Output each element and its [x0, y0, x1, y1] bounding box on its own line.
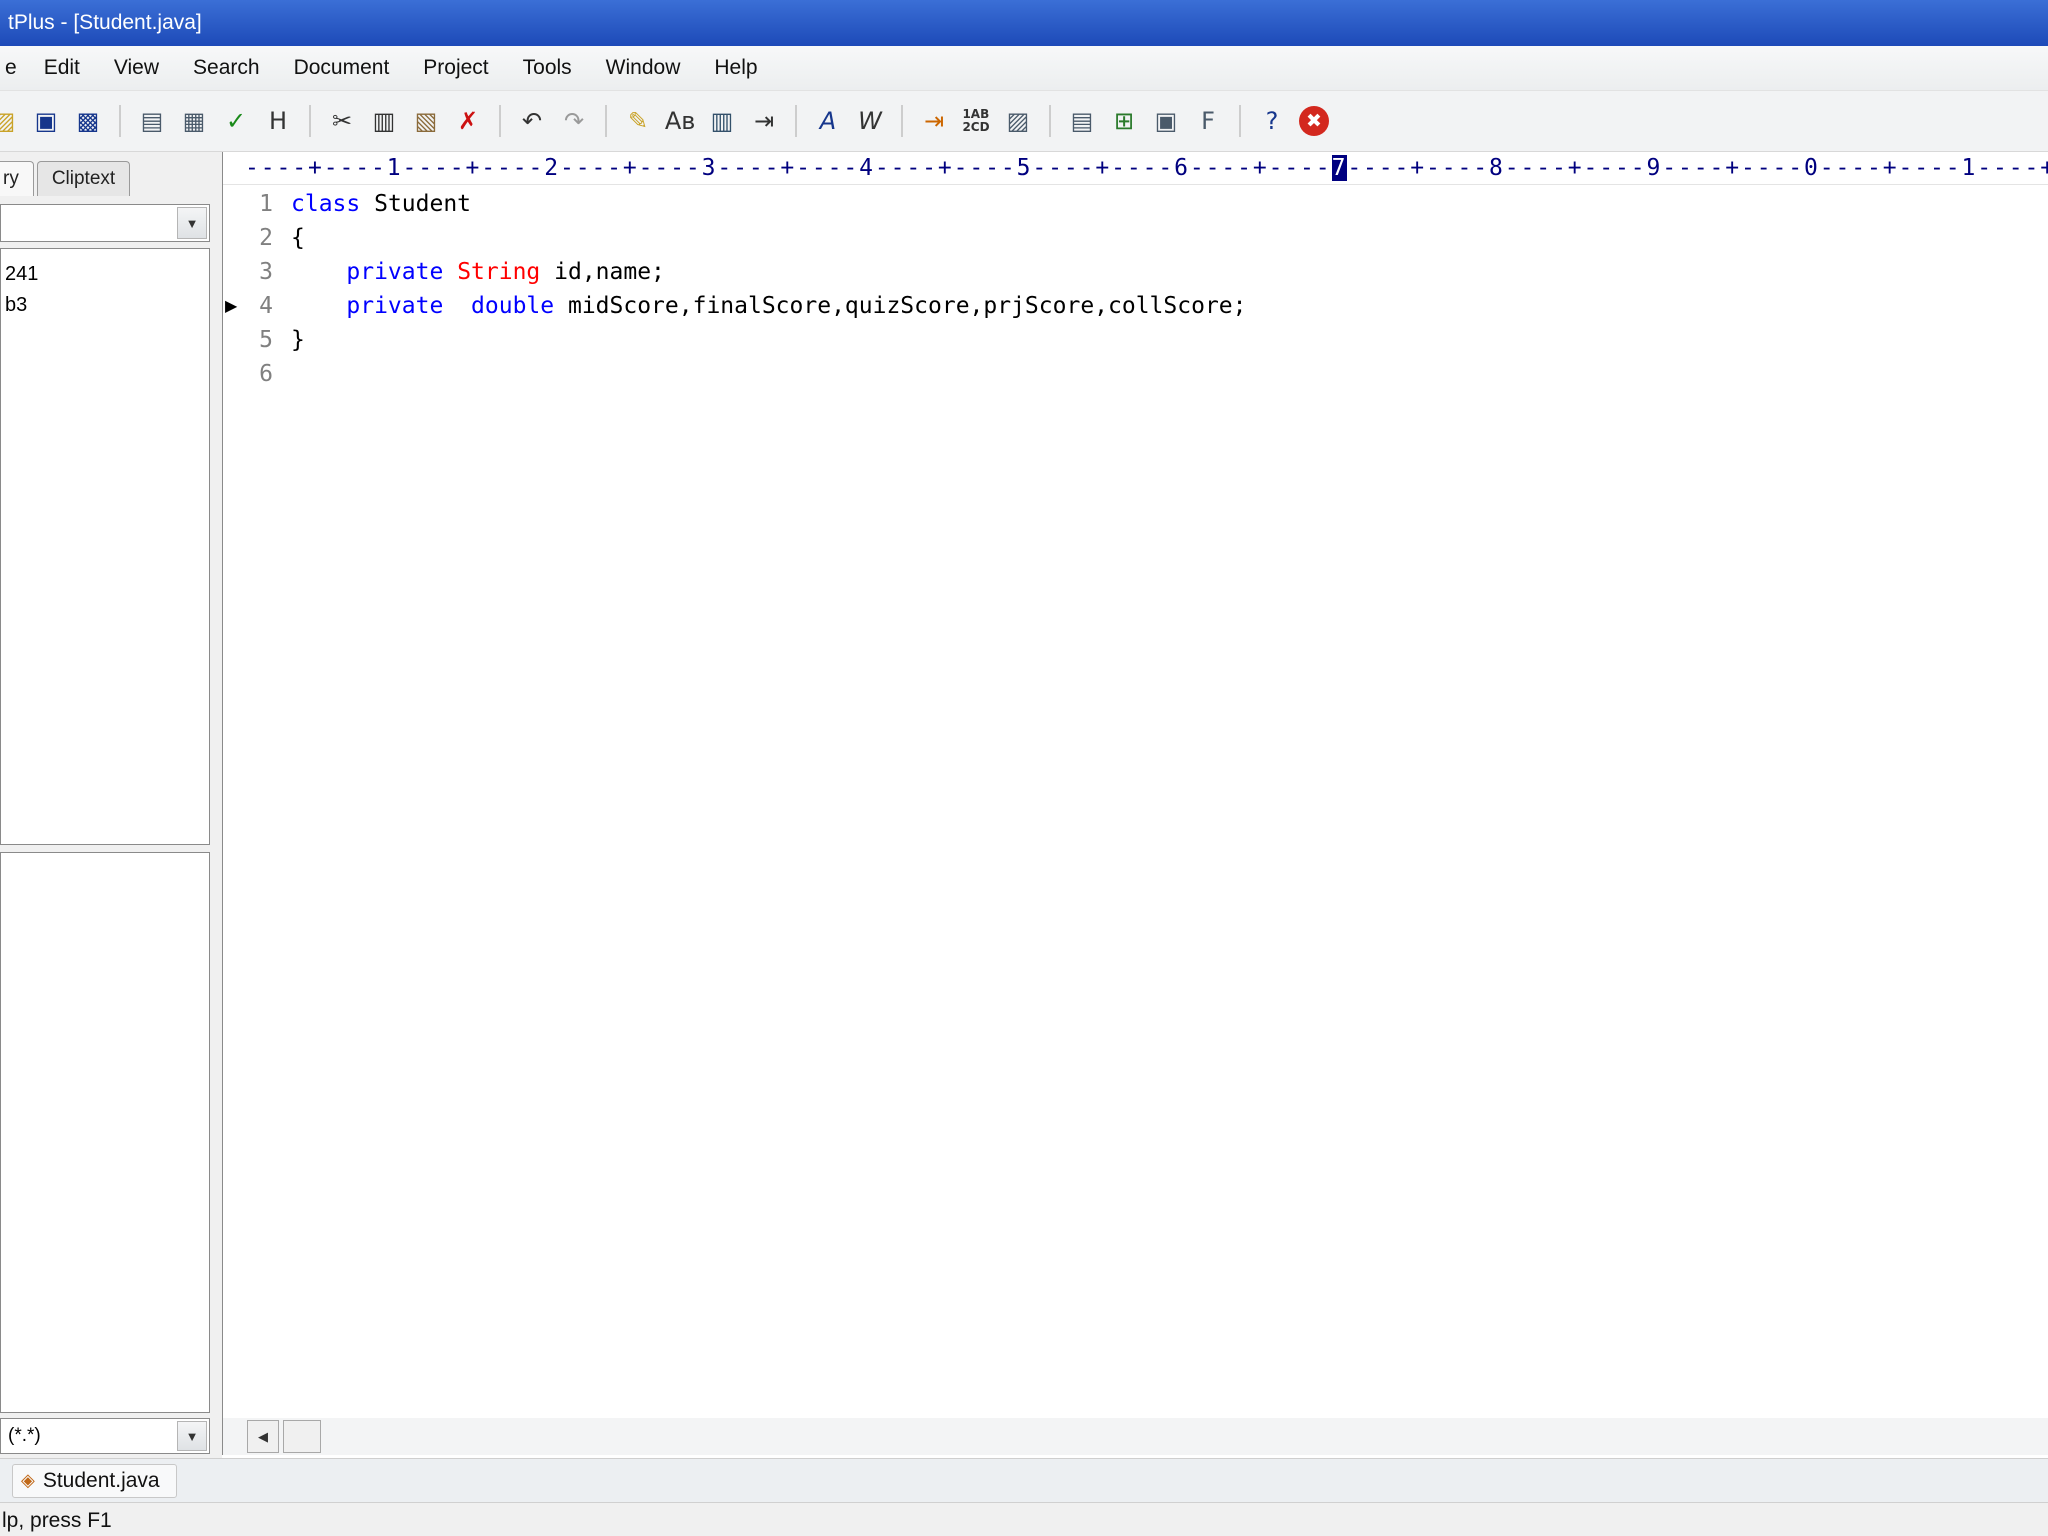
line-number: 6	[223, 357, 273, 391]
line-number: 5	[223, 323, 273, 357]
output-window-icon[interactable]: ▤	[1064, 103, 1100, 139]
cut-icon[interactable]: ✂	[324, 103, 360, 139]
ruler-right: ----+----8----+----9----+----0----+----1…	[1347, 155, 2048, 181]
toolbar-separator	[1239, 105, 1241, 137]
horizontal-scrollbar[interactable]: ◀	[222, 1418, 2048, 1455]
sort-icon[interactable]: Aʙ	[662, 103, 698, 139]
open-folder-icon[interactable]: ▨	[0, 103, 22, 139]
highlight-icon[interactable]: ✎	[620, 103, 656, 139]
menu-item-project[interactable]: Project	[406, 46, 505, 90]
print-icon[interactable]: ▦	[176, 103, 212, 139]
doc-tab-student.java[interactable]: ◈ Student.java	[12, 1464, 177, 1498]
save-all-icon[interactable]: ▩	[70, 103, 106, 139]
toolbar-separator	[309, 105, 311, 137]
code-line: 6	[223, 357, 2048, 391]
directory-list[interactable]: 241b3	[0, 248, 210, 845]
panel-tabs: ryCliptext	[0, 156, 133, 196]
menu-item-e[interactable]: e	[0, 46, 27, 90]
undo-icon[interactable]: ↶	[514, 103, 550, 139]
code-line: 3 private String id,name;	[223, 255, 2048, 289]
panel-tab-cliptext[interactable]: Cliptext	[37, 161, 130, 196]
word-wrap-icon[interactable]: W	[852, 103, 888, 139]
filter-combobox-value: (*.*)	[8, 1425, 41, 1447]
document-tab-bar: ◈ Student.java	[0, 1458, 2048, 1502]
current-line-marker-icon: ▶	[225, 289, 237, 323]
menu-item-help[interactable]: Help	[697, 46, 774, 90]
indent-icon[interactable]: ⇥	[746, 103, 782, 139]
code-text: private double midScore,finalScore,quizS…	[291, 289, 1246, 323]
save-icon[interactable]: ▣	[28, 103, 64, 139]
line-number: 3	[223, 255, 273, 289]
delete-icon[interactable]: ✗	[450, 103, 486, 139]
code-text: {	[291, 221, 305, 255]
toolbar-separator	[605, 105, 607, 137]
file-icon: ◈	[21, 1470, 35, 1491]
menu-item-search[interactable]: Search	[176, 46, 277, 90]
code-editor[interactable]: ----+----1----+----2----+----3----+----4…	[222, 152, 2048, 1418]
panel-tab-ry[interactable]: ry	[0, 161, 34, 196]
status-text: lp, press F1	[2, 1509, 112, 1533]
stop-icon[interactable]: ✖	[1299, 106, 1329, 136]
browser-view-icon[interactable]: ⊞	[1106, 103, 1142, 139]
menu-item-window[interactable]: Window	[589, 46, 698, 90]
code-lines: 1class Student2{3 private String id,name…	[223, 187, 2048, 1418]
toolbar-separator	[795, 105, 797, 137]
list-item[interactable]: b3	[1, 290, 209, 321]
code-text: class Student	[291, 187, 471, 221]
scroll-left-button[interactable]: ◀	[247, 1420, 279, 1453]
menu-item-tools[interactable]: Tools	[506, 46, 589, 90]
drive-combobox[interactable]: ▼	[0, 204, 210, 242]
print-preview-icon[interactable]: ▤	[134, 103, 170, 139]
paste-icon[interactable]: ▧	[408, 103, 444, 139]
ruler-left: ----+----1----+----2----+----3----+----4…	[245, 155, 1332, 181]
status-bar: lp, press F1	[0, 1502, 2048, 1536]
context-help-icon[interactable]: ?	[1254, 103, 1290, 139]
title-bar[interactable]: tPlus - [Student.java]	[0, 0, 2048, 46]
menu-item-view[interactable]: View	[97, 46, 176, 90]
redo-icon[interactable]: ↷	[556, 103, 592, 139]
toolbar-separator	[901, 105, 903, 137]
filter-combobox[interactable]: (*.*) ▼	[0, 1418, 210, 1454]
doc-tab-label: Student.java	[43, 1469, 160, 1493]
code-line: 2{	[223, 221, 2048, 255]
editplus-window: tPlus - [Student.java] eEditViewSearchDo…	[0, 0, 2048, 1536]
spell-check-icon[interactable]: ✓	[218, 103, 254, 139]
file-list[interactable]	[0, 852, 210, 1413]
menu-item-edit[interactable]: Edit	[27, 46, 97, 90]
font-icon[interactable]: A	[810, 103, 846, 139]
image-viewer-icon[interactable]: ▣	[1148, 103, 1184, 139]
code-line: ▶4 private double midScore,finalScore,qu…	[223, 289, 2048, 323]
column-ruler: ----+----1----+----2----+----3----+----4…	[223, 152, 2048, 185]
line-number: 1	[223, 187, 273, 221]
list-item[interactable]: 241	[1, 259, 209, 290]
html-document-icon[interactable]: H	[260, 103, 296, 139]
function-list-icon[interactable]: F	[1190, 103, 1226, 139]
line-number-icon[interactable]: 1AB 2CD	[958, 103, 994, 139]
preferences-icon[interactable]: ▨	[1000, 103, 1036, 139]
code-text: private String id,name;	[291, 255, 665, 289]
copy-icon[interactable]: ▥	[366, 103, 402, 139]
scrollbar-thumb[interactable]	[283, 1420, 321, 1453]
copy-append-icon[interactable]: ▥	[704, 103, 740, 139]
ruler-cursor-column: 7	[1332, 155, 1348, 181]
toolbar: ▨▣▩▤▦✓H✂▥▧✗↶↷✎Aʙ▥⇥AW⇥1AB 2CD▨▤⊞▣F?✖	[0, 91, 2048, 152]
code-line: 5}	[223, 323, 2048, 357]
window-title: tPlus - [Student.java]	[8, 11, 202, 35]
menu-item-document[interactable]: Document	[277, 46, 407, 90]
chevron-down-icon[interactable]: ▼	[177, 1421, 207, 1451]
tab-settings-icon[interactable]: ⇥	[916, 103, 952, 139]
toolbar-separator	[1049, 105, 1051, 137]
code-text: }	[291, 323, 305, 357]
chevron-down-icon[interactable]: ▼	[177, 207, 207, 239]
menu-bar: eEditViewSearchDocumentProjectToolsWindo…	[0, 46, 2048, 91]
code-line: 1 class Student	[223, 187, 2048, 221]
line-number: 2	[223, 221, 273, 255]
toolbar-separator	[499, 105, 501, 137]
directory-panel: ryCliptext ▼ 241b3 (*.*) ▼	[0, 152, 222, 1458]
toolbar-separator	[119, 105, 121, 137]
